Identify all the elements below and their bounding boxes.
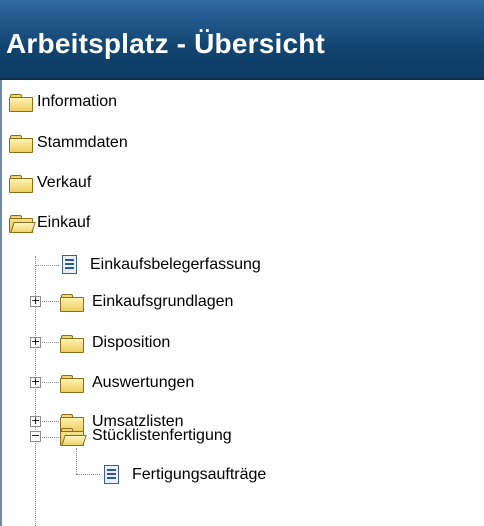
collapse-icon[interactable]: − xyxy=(30,430,41,442)
expand-icon[interactable]: + xyxy=(30,295,41,307)
folder-icon xyxy=(60,334,84,353)
tree-connector-line xyxy=(76,474,100,475)
tree-item-stuecklistenfertigung[interactable]: Stücklistenfertigung xyxy=(60,422,232,450)
tree-item-label: Stammdaten xyxy=(37,134,128,151)
tree-view[interactable]: Information Stammdaten Verkauf Einkauf E… xyxy=(0,80,484,526)
tree-item-label: Stücklistenfertigung xyxy=(92,427,232,444)
expand-icon[interactable]: + xyxy=(30,336,41,348)
tree-item-einkauf[interactable]: Einkauf xyxy=(9,209,90,237)
tree-connector-line xyxy=(76,448,77,474)
tree-item-label: Verkauf xyxy=(37,174,92,191)
tree-item-label: Fertigungsaufträge xyxy=(132,466,267,483)
tree-item-verkauf[interactable]: Verkauf xyxy=(9,169,91,197)
tree-connector-line xyxy=(40,437,59,438)
tree-item-einkaufsgrundlagen[interactable]: Einkaufsgrundlagen xyxy=(60,288,233,316)
tree-item-label: Einkauf xyxy=(37,214,91,231)
tree-item-stammdaten[interactable]: Stammdaten xyxy=(9,129,128,157)
tree-connector-line xyxy=(40,301,59,302)
document-icon xyxy=(60,255,80,275)
expand-icon[interactable]: + xyxy=(30,376,41,388)
folder-icon xyxy=(9,174,33,193)
tree-connector-line xyxy=(40,342,59,343)
folder-open-icon xyxy=(60,427,87,446)
tree-item-fertigungsauftraege[interactable]: Fertigungsaufträge xyxy=(102,461,266,489)
folder-icon xyxy=(9,134,33,153)
tree-item-information[interactable]: Information xyxy=(9,88,117,116)
tree-connector-line xyxy=(35,265,59,266)
tree-item-label: Auswertungen xyxy=(92,374,195,391)
folder-icon xyxy=(60,374,84,393)
window-title: Arbeitsplatz - Übersicht xyxy=(6,28,326,59)
folder-icon xyxy=(60,293,84,312)
folder-open-icon xyxy=(9,214,36,233)
folder-icon xyxy=(9,93,33,112)
tree-item-label: Disposition xyxy=(92,334,171,351)
tree-item-label: Einkaufsbelegerfassung xyxy=(90,256,261,273)
title-bar: Arbeitsplatz - Übersicht xyxy=(0,0,484,80)
expand-icon[interactable]: + xyxy=(30,415,41,427)
window: Arbeitsplatz - Übersicht Information Sta… xyxy=(0,0,484,526)
document-icon xyxy=(102,465,122,485)
tree-item-label: Einkaufsgrundlagen xyxy=(92,293,234,310)
tree-item-einkaufsbelegerfassung[interactable]: Einkaufsbelegerfassung xyxy=(60,251,261,279)
tree-connector-line xyxy=(40,421,59,422)
tree-item-label: Information xyxy=(37,93,118,110)
tree-connector-line xyxy=(40,382,59,383)
tree-item-disposition[interactable]: Disposition xyxy=(60,329,170,357)
tree-item-auswertungen[interactable]: Auswertungen xyxy=(60,369,194,397)
